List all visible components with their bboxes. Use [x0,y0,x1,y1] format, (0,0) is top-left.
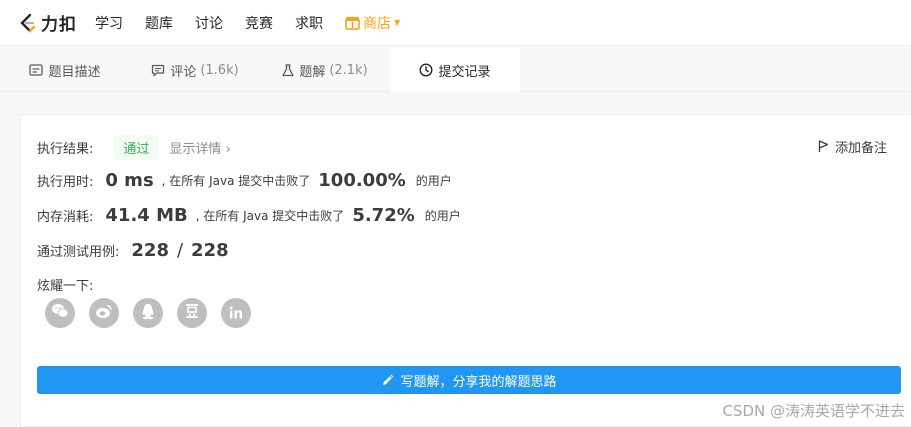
pencil-icon [381,374,394,387]
nav-item-problems[interactable]: 题库 [145,13,173,33]
top-navbar: 力扣 学习 题库 讨论 竞赛 求职 商店 ▼ [0,0,911,46]
chevron-right-icon: › [225,142,231,157]
watermark: CSDN @涛涛英语学不进去 [722,402,905,420]
qq-icon [141,303,155,324]
share-qq-button[interactable] [133,298,163,328]
runtime-tail-text: 的用户 [415,174,452,188]
clock-icon [419,63,433,77]
share-buttons [45,298,265,328]
weibo-icon [95,304,113,323]
runtime-value: 0 ms [105,170,154,191]
share-douban-button[interactable] [177,298,207,328]
nav-item-learn[interactable]: 学习 [95,13,123,33]
tab-label: 提交记录 [438,64,491,80]
tests-total: 228 [191,240,229,261]
submission-result-panel: 执行结果: 通过 显示详情 › 添加备注 执行用时: 0 ms , 在所有 Ja… [20,114,911,427]
description-icon [29,64,44,76]
leetcode-logo-icon [18,13,38,33]
flask-icon [282,63,294,77]
memory-mid-text: , 在所有 Java 提交中击败了 [195,209,345,223]
tests-label: 通过测试用例: [37,245,120,260]
tab-label: 评论 [170,64,197,80]
result-label: 执行结果: [37,142,94,157]
share-label: 炫耀一下: [37,279,94,294]
nav-item-jobs[interactable]: 求职 [295,13,323,33]
tab-label: 题目描述 [48,64,101,80]
memory-tail-text: 的用户 [424,209,461,223]
memory-row: 内存消耗: 41.4 MB , 在所有 Java 提交中击败了 5.72% 的用… [37,205,461,226]
memory-label: 内存消耗: [37,210,94,225]
runtime-row: 执行用时: 0 ms , 在所有 Java 提交中击败了 100.00% 的用户 [37,170,452,191]
flag-icon [818,140,829,153]
runtime-mid-text: , 在所有 Java 提交中击败了 [161,174,311,188]
share-linkedin-button[interactable] [221,298,251,328]
logo[interactable]: 力扣 [18,0,77,46]
runtime-percent: 100.00% [318,170,406,191]
share-wechat-button[interactable] [45,298,75,328]
result-row: 执行结果: 通过 显示详情 › [37,135,231,160]
wechat-icon [51,303,69,323]
tab-comments[interactable]: 评论 (1.6k) [130,48,260,92]
tab-submissions[interactable]: 提交记录 [390,48,520,93]
share-weibo-button[interactable] [89,298,119,328]
problem-tabs: 题目描述 评论 (1.6k) 题解 (2.1k) 提交记录 [0,48,911,93]
tab-count: (2.1k) [329,62,368,78]
linkedin-icon [229,304,243,323]
store-label: 商店 [363,15,391,32]
tab-description[interactable]: 题目描述 [0,48,130,92]
nav-item-discuss[interactable]: 讨论 [195,13,223,33]
tab-count: (1.6k) [200,62,239,78]
tab-label: 题解 [299,64,326,80]
add-note-label: 添加备注 [834,141,887,156]
store-icon [345,16,360,30]
comment-icon [151,64,165,77]
tests-separator: / [176,240,184,261]
write-solution-label: 写题解，分享我的解题思路 [400,374,557,390]
status-badge: 通过 [113,135,160,160]
douban-icon [184,303,200,323]
show-details-link[interactable]: 显示详情 › [169,138,230,157]
tests-row: 通过测试用例: 228 / 228 [37,240,229,261]
nav-item-contest[interactable]: 竞赛 [245,13,273,33]
memory-percent: 5.72% [352,205,415,226]
logo-text: 力扣 [41,15,77,35]
share-row: 炫耀一下: [37,275,93,294]
write-solution-button[interactable]: 写题解，分享我的解题思路 [37,366,901,394]
tab-solutions[interactable]: 题解 (2.1k) [260,48,390,92]
nav-item-store[interactable]: 商店 ▼ [345,13,400,33]
memory-value: 41.4 MB [105,205,188,226]
add-note-button[interactable]: 添加备注 [818,137,887,156]
tests-passed: 228 [131,240,169,261]
runtime-label: 执行用时: [37,175,94,190]
chevron-down-icon: ▼ [394,18,401,27]
